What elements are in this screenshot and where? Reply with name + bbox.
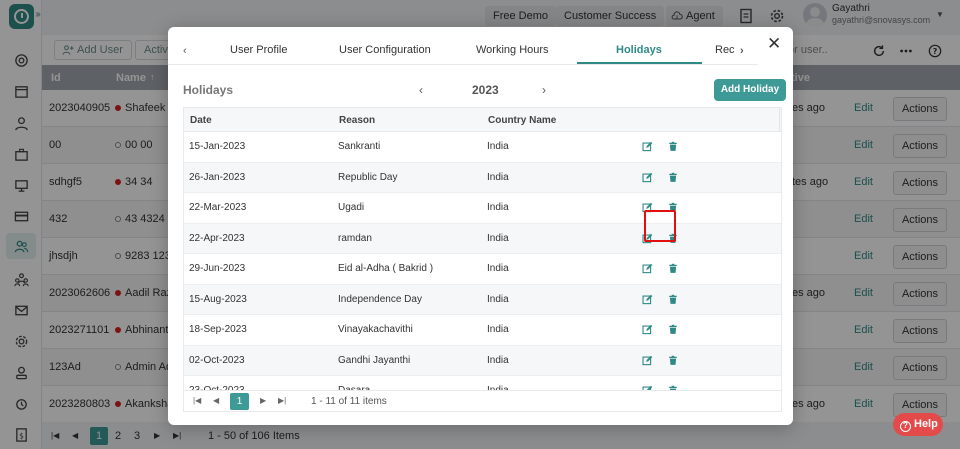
cell-country: India [487, 171, 509, 183]
cell-country: India [487, 263, 509, 274]
edit-icon[interactable] [642, 141, 653, 152]
column-country[interactable]: Country Name [488, 115, 556, 126]
tab-holidays[interactable]: Holidays [616, 44, 662, 56]
active-tab-indicator [577, 62, 702, 64]
cell-country: India [487, 141, 509, 152]
cell-date: 22-Apr-2023 [189, 232, 245, 244]
last-page-icon[interactable]: ▶| [278, 396, 286, 405]
tabs-prev-icon[interactable]: ‹ [183, 45, 187, 57]
cell-country: India [487, 293, 509, 305]
tabs-next-icon[interactable]: › [740, 45, 744, 57]
trash-icon[interactable] [668, 294, 678, 305]
cell-reason: ramdan [338, 232, 372, 244]
cell-date: 29-Jun-2023 [189, 263, 246, 274]
holidays-pager-info: 1 - 11 of 11 items [311, 396, 387, 407]
table-row: 22-Mar-2023 Ugadi India [184, 193, 781, 224]
edit-icon[interactable] [642, 355, 653, 366]
edit-highlight-box [644, 210, 676, 242]
trash-icon[interactable] [668, 263, 678, 274]
tab-user-profile[interactable]: User Profile [230, 44, 287, 56]
year-label: 2023 [472, 83, 499, 97]
cell-reason: Republic Day [338, 171, 398, 183]
cell-reason: Vinayakachavithi [338, 324, 413, 335]
prev-year-icon[interactable]: ‹ [419, 83, 423, 97]
holidays-pager: |◀ ◀ 1 ▶ ▶| 1 - 11 of 11 items [184, 390, 781, 411]
next-page-icon[interactable]: ▶ [260, 396, 266, 405]
cell-country: India [487, 354, 509, 366]
table-row: 26-Jan-2023 Republic Day India [184, 162, 781, 193]
edit-icon[interactable] [642, 172, 653, 183]
table-row: 15-Aug-2023 Independence Day India [184, 284, 781, 315]
cell-date: 02-Oct-2023 [189, 354, 245, 366]
cell-date: 15-Jan-2023 [189, 141, 246, 152]
cell-country: India [487, 202, 509, 213]
trash-icon[interactable] [668, 172, 678, 183]
question-icon: ? [900, 421, 911, 432]
table-row: 22-Apr-2023 ramdan India [184, 223, 781, 254]
table-row: 02-Oct-2023 Gandhi Jayanthi India [184, 345, 781, 376]
add-holiday-button[interactable]: Add Holiday [714, 79, 786, 101]
page-1-button[interactable]: 1 [230, 393, 249, 410]
column-date[interactable]: Date [190, 115, 212, 126]
edit-icon[interactable] [642, 263, 653, 274]
edit-icon[interactable] [642, 324, 653, 335]
cell-reason: Gandhi Jayanthi [338, 354, 411, 366]
table-row: 23-Oct-2023DasaraIndia [184, 376, 781, 390]
edit-icon[interactable] [642, 294, 653, 305]
table-row: 18-Sep-2023 Vinayakachavithi India [184, 315, 781, 346]
trash-icon[interactable] [668, 141, 678, 152]
tab-rec[interactable]: Rec [715, 44, 735, 56]
first-page-icon[interactable]: |◀ [193, 396, 201, 405]
tab-user-configuration[interactable]: User Configuration [339, 44, 431, 56]
modal-tabs: ‹ User Profile User Configuration Workin… [168, 35, 758, 65]
cell-reason: Sankranti [338, 141, 381, 152]
holidays-title: Holidays [183, 83, 234, 97]
holidays-grid-body: 15-Jan-2023 Sankranti India 26-Jan-2023 Repu… [184, 132, 781, 390]
prev-page-icon[interactable]: ◀ [213, 396, 219, 405]
cell-date: 18-Sep-2023 [189, 324, 247, 335]
holidays-grid: Date Reason Country Name 15-Jan-2023 Sank… [183, 107, 782, 412]
cell-reason: Ugadi [338, 202, 365, 213]
cell-date: 22-Mar-2023 [189, 202, 247, 213]
cell-country: India [487, 232, 509, 244]
close-icon[interactable]: ✕ [767, 34, 781, 54]
cell-date: 26-Jan-2023 [189, 171, 246, 183]
next-year-icon[interactable]: › [542, 83, 546, 97]
tab-working-hours[interactable]: Working Hours [476, 44, 549, 56]
cell-date: 15-Aug-2023 [189, 293, 247, 305]
help-button[interactable]: ? Help [893, 413, 943, 436]
table-row: 15-Jan-2023 Sankranti India [184, 132, 781, 163]
holidays-grid-header: Date Reason Country Name [184, 108, 781, 132]
cell-country: India [487, 324, 509, 335]
cell-reason: Eid al-Adha ( Bakrid ) [338, 263, 434, 274]
trash-icon[interactable] [668, 355, 678, 366]
column-reason[interactable]: Reason [339, 115, 375, 126]
table-row: 29-Jun-2023 Eid al-Adha ( Bakrid ) India [184, 254, 781, 285]
trash-icon[interactable] [668, 324, 678, 335]
cell-reason: Independence Day [338, 293, 422, 305]
help-label: Help [914, 418, 938, 430]
user-details-modal: ‹ User Profile User Configuration Workin… [168, 27, 793, 425]
header-divider [779, 108, 780, 132]
